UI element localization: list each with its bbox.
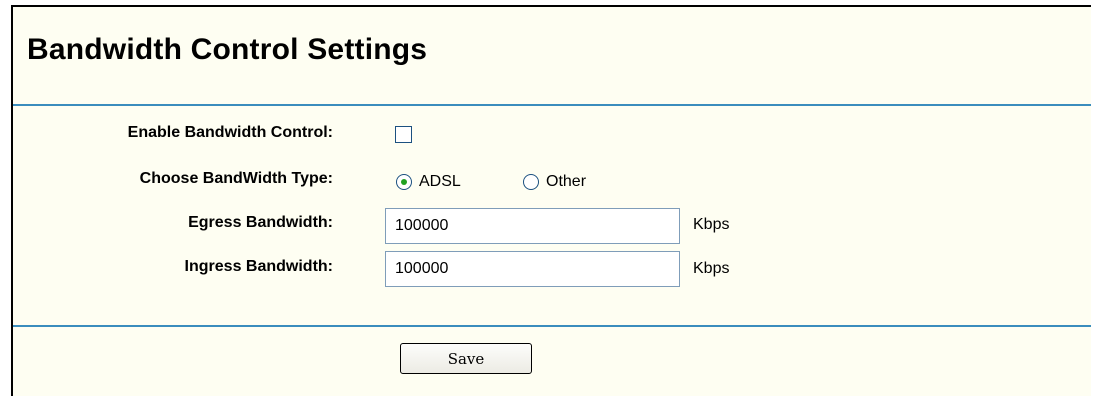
bottom-divider [13, 325, 1091, 327]
egress-bandwidth-input[interactable] [385, 208, 680, 244]
settings-panel: Bandwidth Control Settings Enable Bandwi… [11, 5, 1091, 396]
radio-other-label[interactable]: Other [546, 173, 586, 191]
enable-bandwidth-checkbox[interactable] [395, 126, 412, 143]
egress-bandwidth-label: Egress Bandwidth: [188, 214, 333, 231]
page-title: Bandwidth Control Settings [27, 33, 428, 66]
radio-adsl[interactable] [396, 174, 412, 190]
egress-unit: Kbps [693, 216, 730, 233]
ingress-unit: Kbps [693, 260, 730, 277]
radio-selected-dot [401, 179, 407, 185]
radio-other[interactable] [523, 174, 539, 190]
bandwidth-type-label: Choose BandWidth Type: [139, 170, 333, 187]
enable-bandwidth-label: Enable Bandwidth Control: [127, 124, 333, 141]
ingress-bandwidth-input[interactable] [385, 251, 680, 287]
radio-adsl-label[interactable]: ADSL [419, 173, 461, 191]
top-divider [13, 104, 1091, 106]
save-button[interactable]: Save [400, 343, 532, 374]
ingress-bandwidth-label: Ingress Bandwidth: [184, 258, 333, 275]
